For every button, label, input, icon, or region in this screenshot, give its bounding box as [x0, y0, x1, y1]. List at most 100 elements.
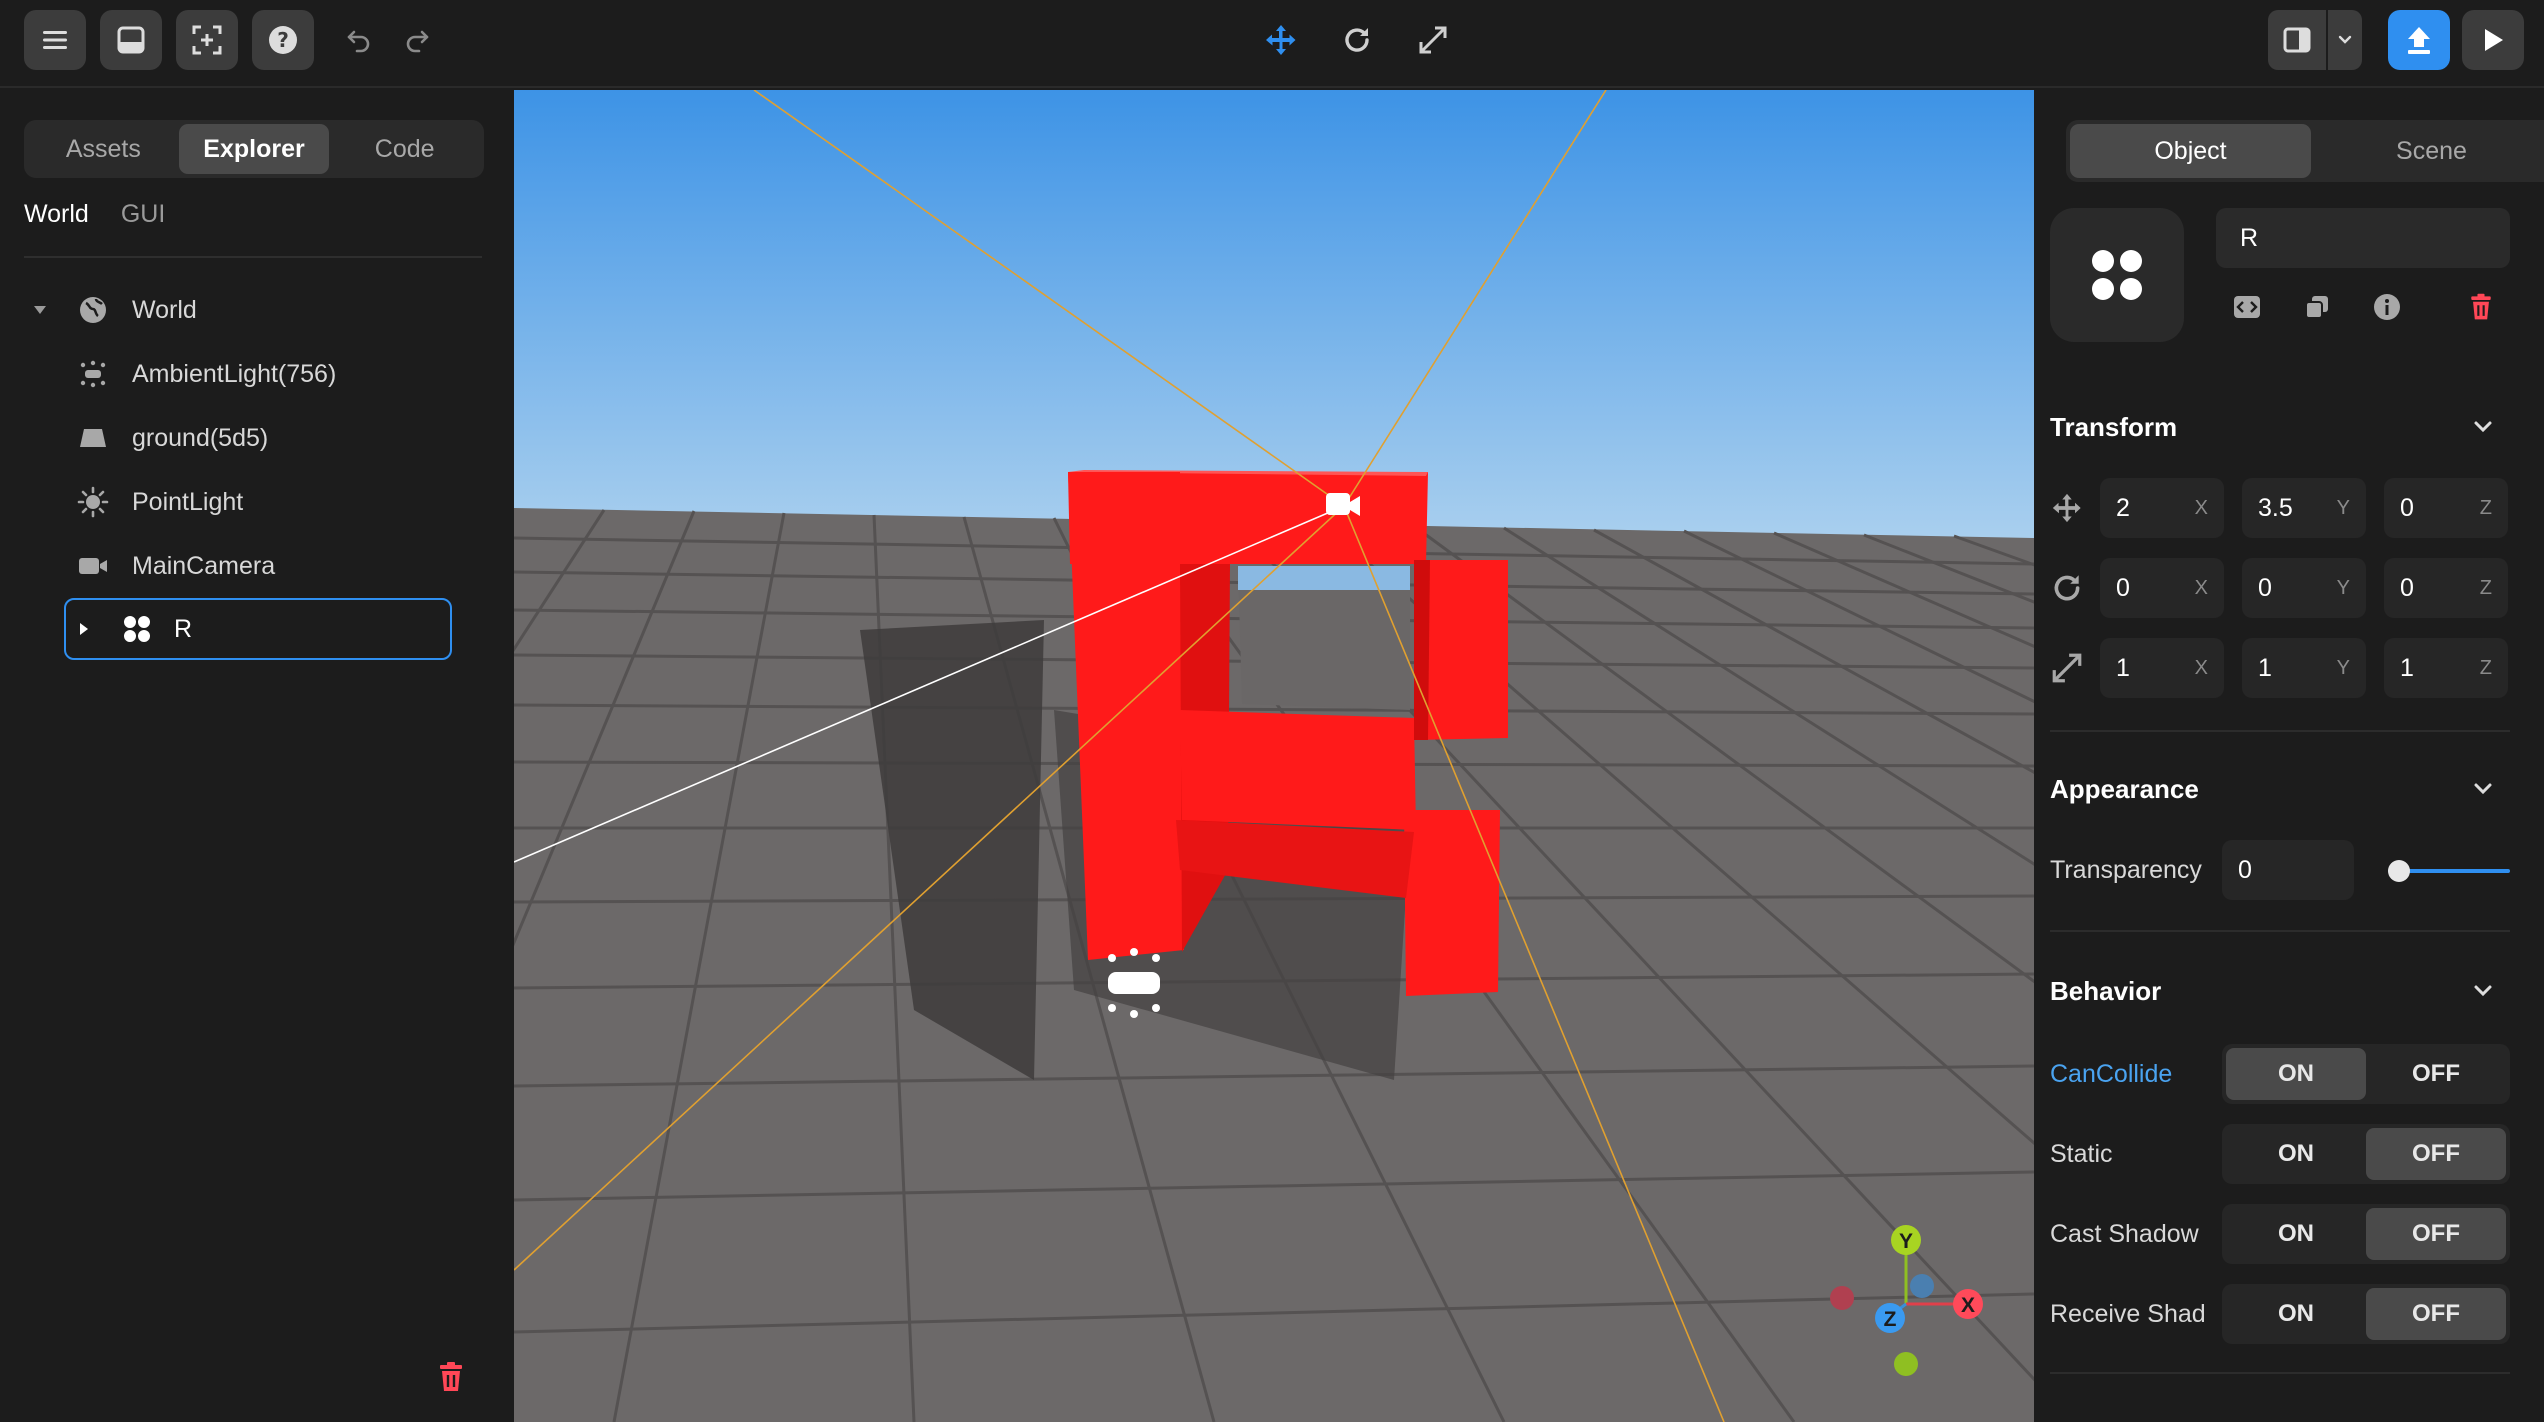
chevron-down-icon[interactable] — [2468, 774, 2498, 804]
rotate-icon — [2054, 575, 2080, 601]
receive-shadow-on-button[interactable]: ON — [2226, 1288, 2366, 1340]
menu-button[interactable] — [24, 10, 86, 70]
script-button[interactable] — [2230, 290, 2264, 324]
rotation-y-field[interactable]: 0Y — [2242, 558, 2366, 618]
tree-item-label: World — [132, 295, 197, 324]
select-frame-icon — [192, 25, 222, 55]
rotation-x-field[interactable]: 0X — [2100, 558, 2224, 618]
scale-z-field[interactable]: 1Z — [2384, 638, 2508, 698]
receive-shadow-row: Receive Shad ON OFF — [2050, 1284, 2510, 1344]
object-type-icon — [2050, 208, 2184, 342]
position-y-field[interactable]: 3.5 Y — [2242, 478, 2366, 538]
layout-dropdown-button[interactable] — [2328, 10, 2362, 70]
subtab-world[interactable]: World — [24, 200, 89, 229]
sky — [514, 90, 2034, 538]
transparency-slider-thumb[interactable] — [2388, 860, 2410, 882]
cancollide-toggle: ON OFF — [2222, 1044, 2510, 1104]
duplicate-icon — [2305, 296, 2328, 319]
static-label: Static — [2050, 1140, 2113, 1168]
cast-shadow-off-button[interactable]: OFF — [2366, 1208, 2506, 1260]
tab-object[interactable]: Object — [2070, 124, 2311, 178]
help-button[interactable]: ? — [252, 10, 314, 70]
section-behavior-title: Behavior — [2050, 976, 2162, 1006]
tree-item-label: PointLight — [132, 487, 244, 516]
delete-object-button[interactable] — [2464, 290, 2498, 324]
cancollide-off-button[interactable]: OFF — [2366, 1048, 2506, 1100]
axis-z-label: Z — [1884, 1308, 1897, 1331]
scale-x-field[interactable]: 1X — [2100, 638, 2224, 698]
point-light-icon — [76, 485, 110, 519]
chevron-down-icon[interactable] — [2468, 412, 2498, 442]
tree-item-maincamera[interactable]: MainCamera — [0, 536, 512, 596]
static-toggle: ON OFF — [2222, 1124, 2510, 1184]
object-actions — [2216, 286, 2510, 330]
divider — [24, 256, 482, 258]
expand-arrow-icon[interactable] — [74, 619, 94, 639]
undo-icon — [347, 30, 370, 53]
tab-explorer[interactable]: Explorer — [178, 124, 330, 174]
tree-item-world[interactable]: World — [0, 280, 512, 340]
tree-item-ambientlight[interactable]: AmbientLight(756) — [0, 344, 512, 404]
delete-button[interactable] — [434, 1360, 470, 1396]
group-icon — [120, 612, 154, 646]
move-icon — [1266, 25, 1296, 55]
transparency-label: Transparency — [2050, 856, 2202, 884]
tree-item-label: ground(5d5) — [132, 423, 269, 452]
collapse-arrow-icon[interactable] — [30, 300, 50, 320]
trash-icon — [2471, 293, 2491, 320]
tab-code[interactable]: Code — [329, 124, 480, 174]
scale-row: 1X 1Y 1Z — [2050, 638, 2510, 698]
redo-icon — [406, 30, 429, 53]
group-icon — [2092, 250, 2142, 300]
code-icon — [2234, 296, 2260, 318]
tab-assets[interactable]: Assets — [28, 124, 179, 174]
object-name-input[interactable]: R — [2216, 208, 2510, 268]
scene-canvas[interactable]: Y X Z — [514, 90, 2034, 1422]
tab-scene[interactable]: Scene — [2311, 124, 2544, 178]
scene-viewport[interactable]: Y X Z — [514, 90, 2034, 1422]
divider — [2050, 730, 2510, 732]
cancollide-label[interactable]: CanCollide — [2050, 1060, 2172, 1089]
publish-button[interactable] — [2388, 10, 2450, 70]
static-row: Static ON OFF — [2050, 1124, 2510, 1184]
cast-shadow-toggle: ON OFF — [2222, 1204, 2510, 1264]
transparency-row: Transparency 0 — [2050, 840, 2510, 900]
scale-y-field[interactable]: 1Y — [2242, 638, 2366, 698]
explorer-panel: Assets Explorer Code World GUI World Amb… — [0, 90, 512, 1422]
static-on-button[interactable]: ON — [2226, 1128, 2366, 1180]
menu-icon — [43, 31, 67, 49]
cancollide-on-button[interactable]: ON — [2226, 1048, 2366, 1100]
chevron-down-icon[interactable] — [2468, 976, 2498, 1006]
cancollide-row: CanCollide ON OFF — [2050, 1044, 2510, 1104]
tree-item-r[interactable]: R — [64, 598, 452, 660]
transparency-input[interactable]: 0 — [2222, 840, 2354, 900]
panel-layout-button[interactable] — [2268, 10, 2326, 70]
undo-button[interactable] — [328, 10, 390, 70]
redo-button[interactable] — [386, 10, 448, 70]
receive-shadow-off-button[interactable]: OFF — [2366, 1288, 2506, 1340]
receive-shadow-toggle: ON OFF — [2222, 1284, 2510, 1344]
rotate-tool-button[interactable] — [1326, 10, 1388, 70]
globe-icon — [76, 293, 110, 327]
static-off-button[interactable]: OFF — [2366, 1128, 2506, 1180]
trash-icon — [440, 1362, 462, 1391]
position-x-field[interactable]: 2X — [2100, 478, 2224, 538]
info-button[interactable] — [2370, 290, 2404, 324]
tree-item-label: R — [174, 614, 193, 643]
subtab-gui[interactable]: GUI — [121, 200, 165, 229]
inbox-button[interactable] — [100, 10, 162, 70]
position-z-field[interactable]: 0Z — [2384, 478, 2508, 538]
play-button[interactable] — [2462, 10, 2524, 70]
ground-icon — [76, 421, 110, 455]
svg-text:?: ? — [277, 28, 289, 52]
panel-layout-icon — [2283, 27, 2311, 53]
scale-tool-button[interactable] — [1402, 10, 1464, 70]
move-tool-button[interactable] — [1250, 10, 1312, 70]
select-frame-button[interactable] — [176, 10, 238, 70]
cast-shadow-on-button[interactable]: ON — [2226, 1208, 2366, 1260]
left-panel-tabs: Assets Explorer Code — [24, 120, 484, 178]
duplicate-button[interactable] — [2300, 290, 2334, 324]
rotation-z-field[interactable]: 0Z — [2384, 558, 2508, 618]
tree-item-pointlight[interactable]: PointLight — [0, 472, 512, 532]
tree-item-ground[interactable]: ground(5d5) — [0, 408, 512, 468]
